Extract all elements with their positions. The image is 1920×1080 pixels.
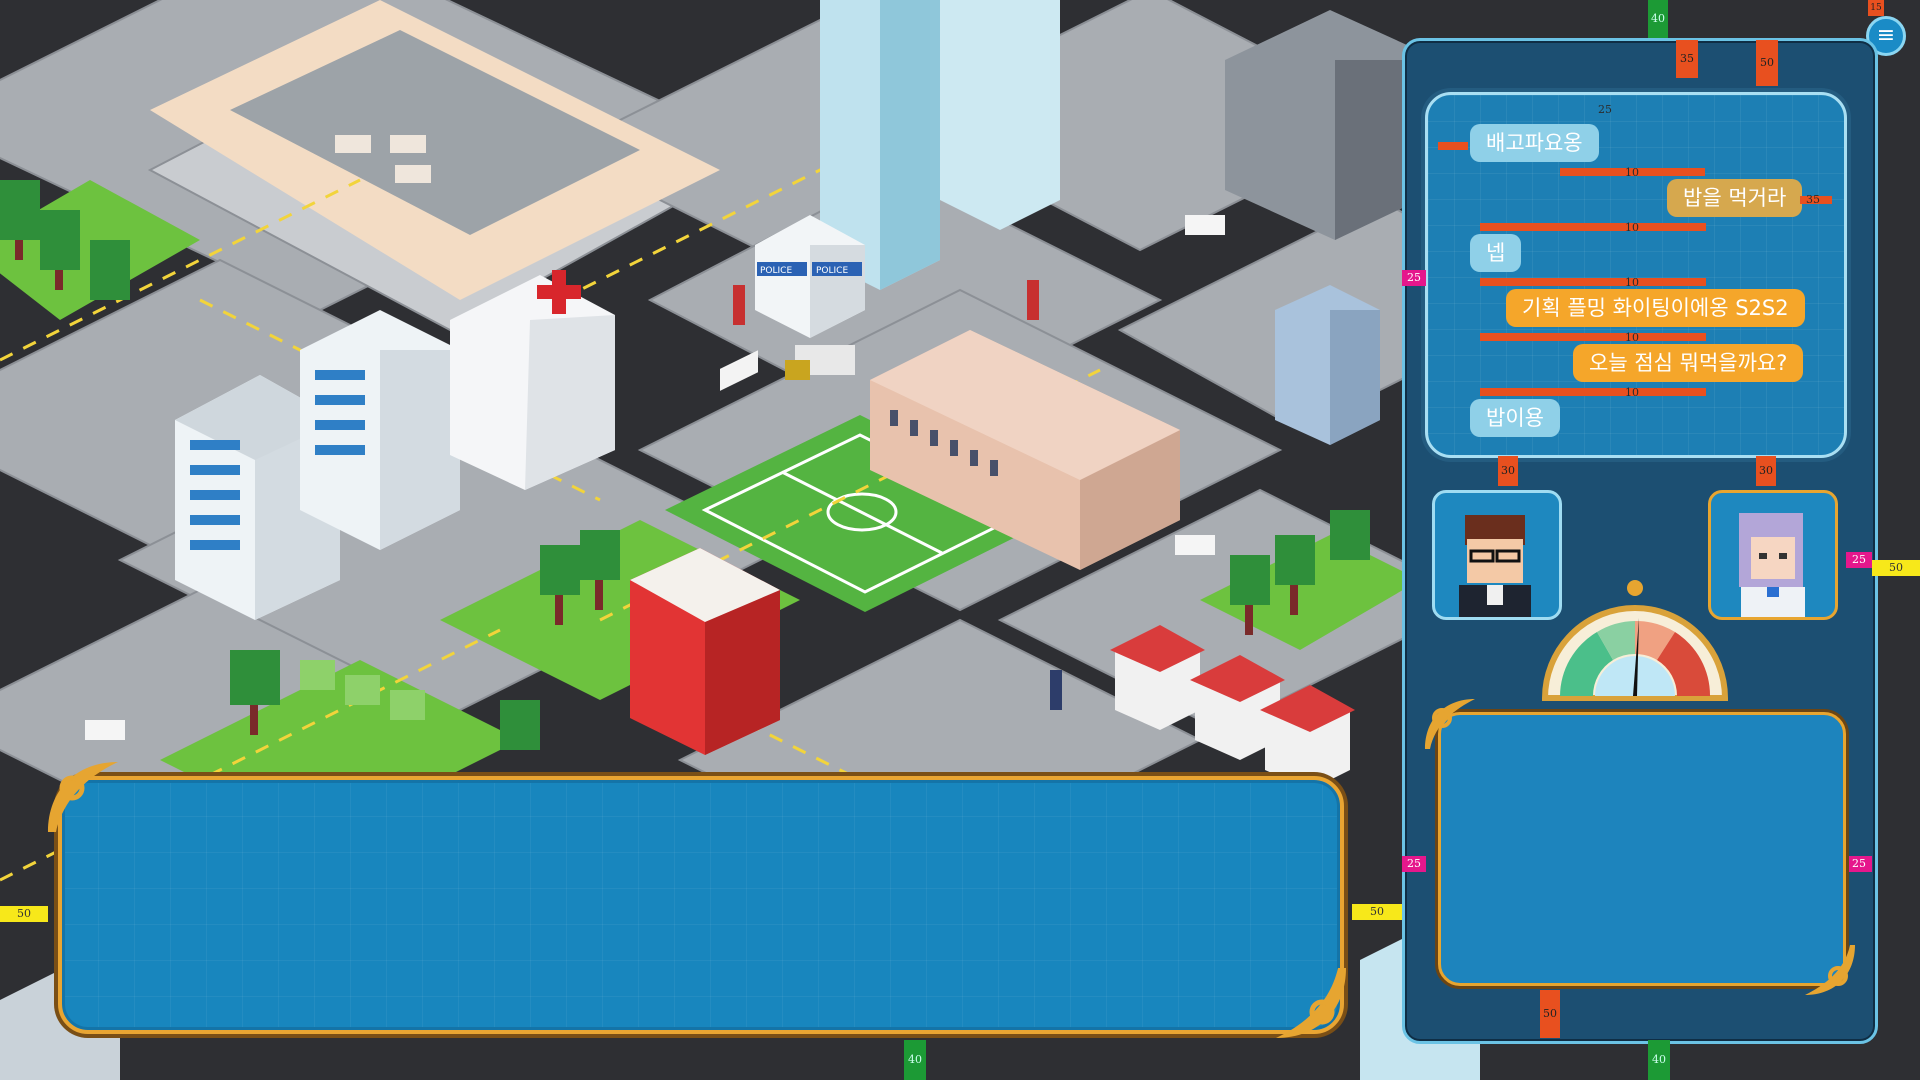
dialogue-box — [58, 776, 1344, 1034]
police-sign-2: POLICE — [816, 266, 848, 276]
spacing-guide — [1480, 333, 1706, 341]
guide-tag: 40 — [1648, 0, 1668, 38]
guide-tag: 40 — [1648, 1040, 1670, 1080]
mood-gauge — [1541, 580, 1729, 701]
guide-tag: 30 — [1498, 456, 1518, 486]
chat-message-6: 밥이용 — [1470, 399, 1560, 437]
guide-tag: 25 — [1846, 856, 1872, 872]
spacing-label: 10 — [1625, 331, 1639, 344]
guide-tag: 50 — [1872, 560, 1920, 576]
menu-icon: ≡ — [1876, 23, 1896, 48]
guide-tag: 50 — [1352, 904, 1402, 920]
chat-message-3: 넵 — [1470, 234, 1522, 272]
ornament-corner-icon — [1805, 945, 1855, 995]
spacing-guide — [1480, 388, 1706, 396]
police-sign: POLICE — [760, 266, 792, 276]
guide-tag: 40 — [904, 1040, 926, 1080]
guide-tag: 35 — [1676, 40, 1698, 78]
info-panel — [1438, 712, 1846, 986]
ornament-corner-icon — [1425, 699, 1475, 749]
spacing-label: 10 — [1625, 386, 1639, 399]
guide-tag: 25 — [1402, 270, 1426, 286]
spacing-guide — [1438, 142, 1468, 150]
guide-tag: 50 — [1756, 40, 1778, 86]
red-building — [630, 548, 780, 755]
guide-tag: 30 — [1756, 456, 1776, 486]
office-building-mid — [300, 310, 460, 550]
ornament-corner-icon — [48, 762, 118, 832]
guide-tag: 15 — [1868, 0, 1884, 16]
guide-tag: 25 — [1846, 552, 1872, 568]
spacing-label: 35 — [1806, 193, 1820, 206]
guide-tag: 50 — [1540, 990, 1560, 1038]
chat-message-4: 기획 플밍 화이팅이에옹 S2S2 — [1506, 289, 1805, 327]
spacing-label: 25 — [1598, 103, 1612, 116]
spacing-guide — [1480, 278, 1706, 286]
blue-apartments — [1275, 285, 1380, 445]
spacing-guide — [1480, 223, 1706, 231]
ornament-corner-icon — [1276, 968, 1346, 1038]
spacing-label: 10 — [1625, 221, 1639, 234]
chat-message-2: 밥을 먹거라 — [1667, 179, 1803, 217]
chat-message-1: 배고파요옹 — [1470, 124, 1599, 162]
spacing-label: 10 — [1625, 276, 1639, 289]
guide-tag: 50 — [0, 906, 48, 922]
chat-message-5: 오늘 점심 뭐먹을까요? — [1573, 344, 1804, 382]
spacing-label: 10 — [1625, 166, 1639, 179]
guide-tag: 25 — [1402, 856, 1426, 872]
